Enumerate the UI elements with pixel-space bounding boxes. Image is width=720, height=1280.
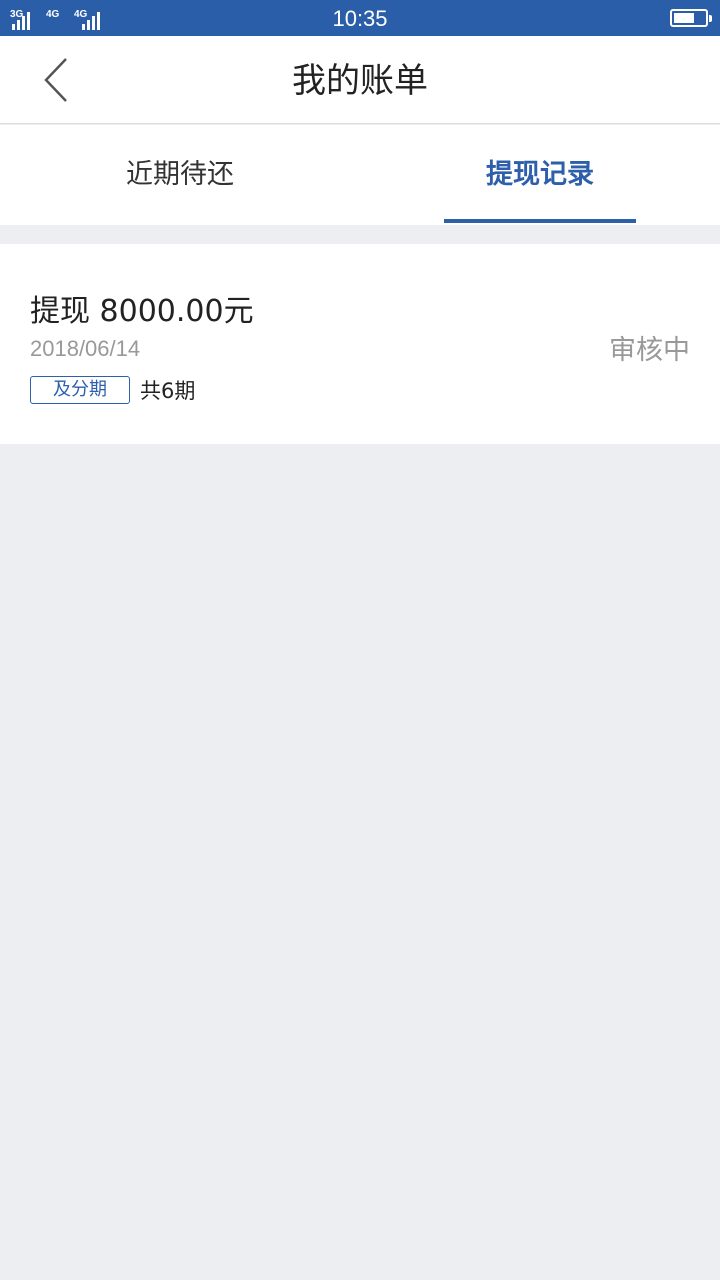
record-date: 2018/06/14 [30,336,141,361]
nav-bar: 我的账单 [0,36,720,124]
status-bar: 3G 4G 4G 10:35 [0,0,720,36]
tab-recent-due[interactable]: 近期待还 [0,125,360,225]
status-badge: 审核中 [609,335,690,366]
record-title: 提现 8000.00元 [30,294,254,329]
active-tab-indicator [444,219,636,223]
installment-badge: 及分期 [30,376,130,404]
tab-bar: 近期待还 提现记录 [0,125,720,225]
page-title: 我的账单 [292,61,428,101]
record-periods: 共6期 [140,379,196,403]
list-item[interactable]: 提现 8000.00元 2018/06/14 及分期 共6期 审核中 [0,244,720,444]
status-time: 10:35 [332,6,388,31]
battery-icon [670,9,712,27]
tab-withdraw-records[interactable]: 提现记录 [360,125,720,225]
